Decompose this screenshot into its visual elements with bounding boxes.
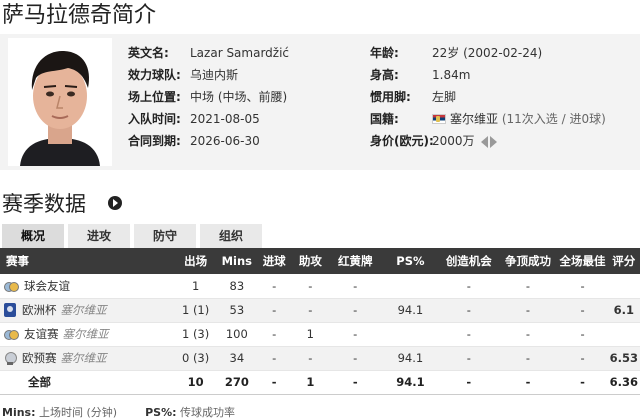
col-apps[interactable]: 出场: [174, 248, 218, 274]
season-stats-table: 赛事 出场 Mins 进球 助攻 红黄牌 PS% 创造机会 争顶成功 全场最佳 …: [0, 248, 640, 395]
table-row: 欧洲杯 塞尔维亚 1 (1) 53 - - - 94.1 - - - 6.1: [0, 298, 640, 323]
tab-overview[interactable]: 概况: [2, 224, 64, 248]
age-row: 年龄: 22岁 (2002-02-24): [370, 46, 543, 60]
col-rating[interactable]: 评分: [607, 248, 640, 274]
col-mins[interactable]: Mins: [217, 248, 257, 274]
page-title: 萨马拉德奇简介: [2, 3, 157, 28]
col-competition: 赛事: [0, 248, 175, 274]
foot-row: 惯用脚: 左脚: [370, 90, 457, 104]
team-link[interactable]: 塞尔维亚: [61, 303, 107, 317]
profile-panel: 英文名: Lazar Samardžić 效力球队: 乌迪内斯 场上位置: 中场…: [0, 34, 640, 170]
section-title: 赛季数据: [2, 192, 86, 216]
competition-link[interactable]: 欧预赛: [22, 351, 57, 365]
table-total-row: 全部 10 270 - 1 - 94.1 - - - 6.36: [0, 370, 640, 395]
col-cards[interactable]: 红黄牌: [328, 248, 382, 274]
table-row: 友谊赛 塞尔维亚 1 (3) 100 - 1 - - - -: [0, 322, 640, 347]
club-link[interactable]: 乌迪内斯: [190, 64, 238, 86]
col-chances[interactable]: 创造机会: [439, 248, 499, 274]
tab-attack[interactable]: 进攻: [68, 224, 130, 248]
height-row: 身高: 1.84m: [370, 68, 471, 82]
value-history-arrows-icon[interactable]: [480, 135, 497, 148]
competition-link[interactable]: 友谊赛: [24, 327, 59, 341]
serbia-flag-icon: [432, 114, 446, 124]
team-link[interactable]: 塞尔维亚: [61, 351, 107, 365]
player-photo: [8, 38, 112, 166]
table-header-row: 赛事 出场 Mins 进球 助攻 红黄牌 PS% 创造机会 争顶成功 全场最佳 …: [0, 248, 640, 274]
cup-icon: [4, 351, 17, 365]
table-row: 欧预赛 塞尔维亚 0 (3) 34 - - - 94.1 - - - 6.53: [0, 346, 640, 371]
stats-tabs: 概况 进攻 防守 组织: [2, 224, 266, 248]
friendly-icon: [4, 328, 19, 340]
profile-right-column: 年龄: 22岁 (2002-02-24) 身高: 1.84m 惯用脚: 左脚 国…: [370, 42, 640, 152]
friendly-icon: [4, 280, 19, 292]
country-link[interactable]: 塞尔维亚: [450, 112, 498, 126]
col-goals[interactable]: 进球: [256, 248, 292, 274]
euro-icon: [4, 303, 16, 317]
english-name-row: 英文名: Lazar Samardžić: [128, 46, 290, 60]
profile-left-column: 英文名: Lazar Samardžić 效力球队: 乌迪内斯 场上位置: 中场…: [128, 42, 368, 152]
col-motm[interactable]: 全场最佳: [557, 248, 608, 274]
nationality-row: 国籍: 塞尔维亚 (11次入选 / 进0球): [370, 112, 606, 126]
player-portrait-icon: [8, 38, 112, 166]
table-row: 球会友谊 1 83 - - - - - -: [0, 274, 640, 299]
contract-end-row: 合同到期: 2026-06-30: [128, 134, 260, 148]
competition-link[interactable]: 球会友谊: [24, 279, 70, 293]
col-ps[interactable]: PS%: [381, 248, 440, 274]
join-date-row: 入队时间: 2021-08-05: [128, 112, 260, 126]
market-value-row: 身价(欧元): 2000万: [370, 130, 640, 152]
team-link[interactable]: 塞尔维亚: [63, 327, 109, 341]
tab-organization[interactable]: 组织: [200, 224, 262, 248]
col-aerials[interactable]: 争顶成功: [498, 248, 558, 274]
position-row: 场上位置: 中场 (中场、前腰): [128, 90, 288, 104]
club-row: 效力球队: 乌迪内斯: [128, 64, 368, 86]
arrow-right-circle-icon[interactable]: [108, 196, 122, 210]
col-assists[interactable]: 助攻: [291, 248, 329, 274]
tab-defense[interactable]: 防守: [134, 224, 196, 248]
competition-link[interactable]: 欧洲杯: [22, 303, 57, 317]
table-legend: Mins: 上场时间 (分钟) PS%: 传球成功率: [2, 406, 235, 419]
